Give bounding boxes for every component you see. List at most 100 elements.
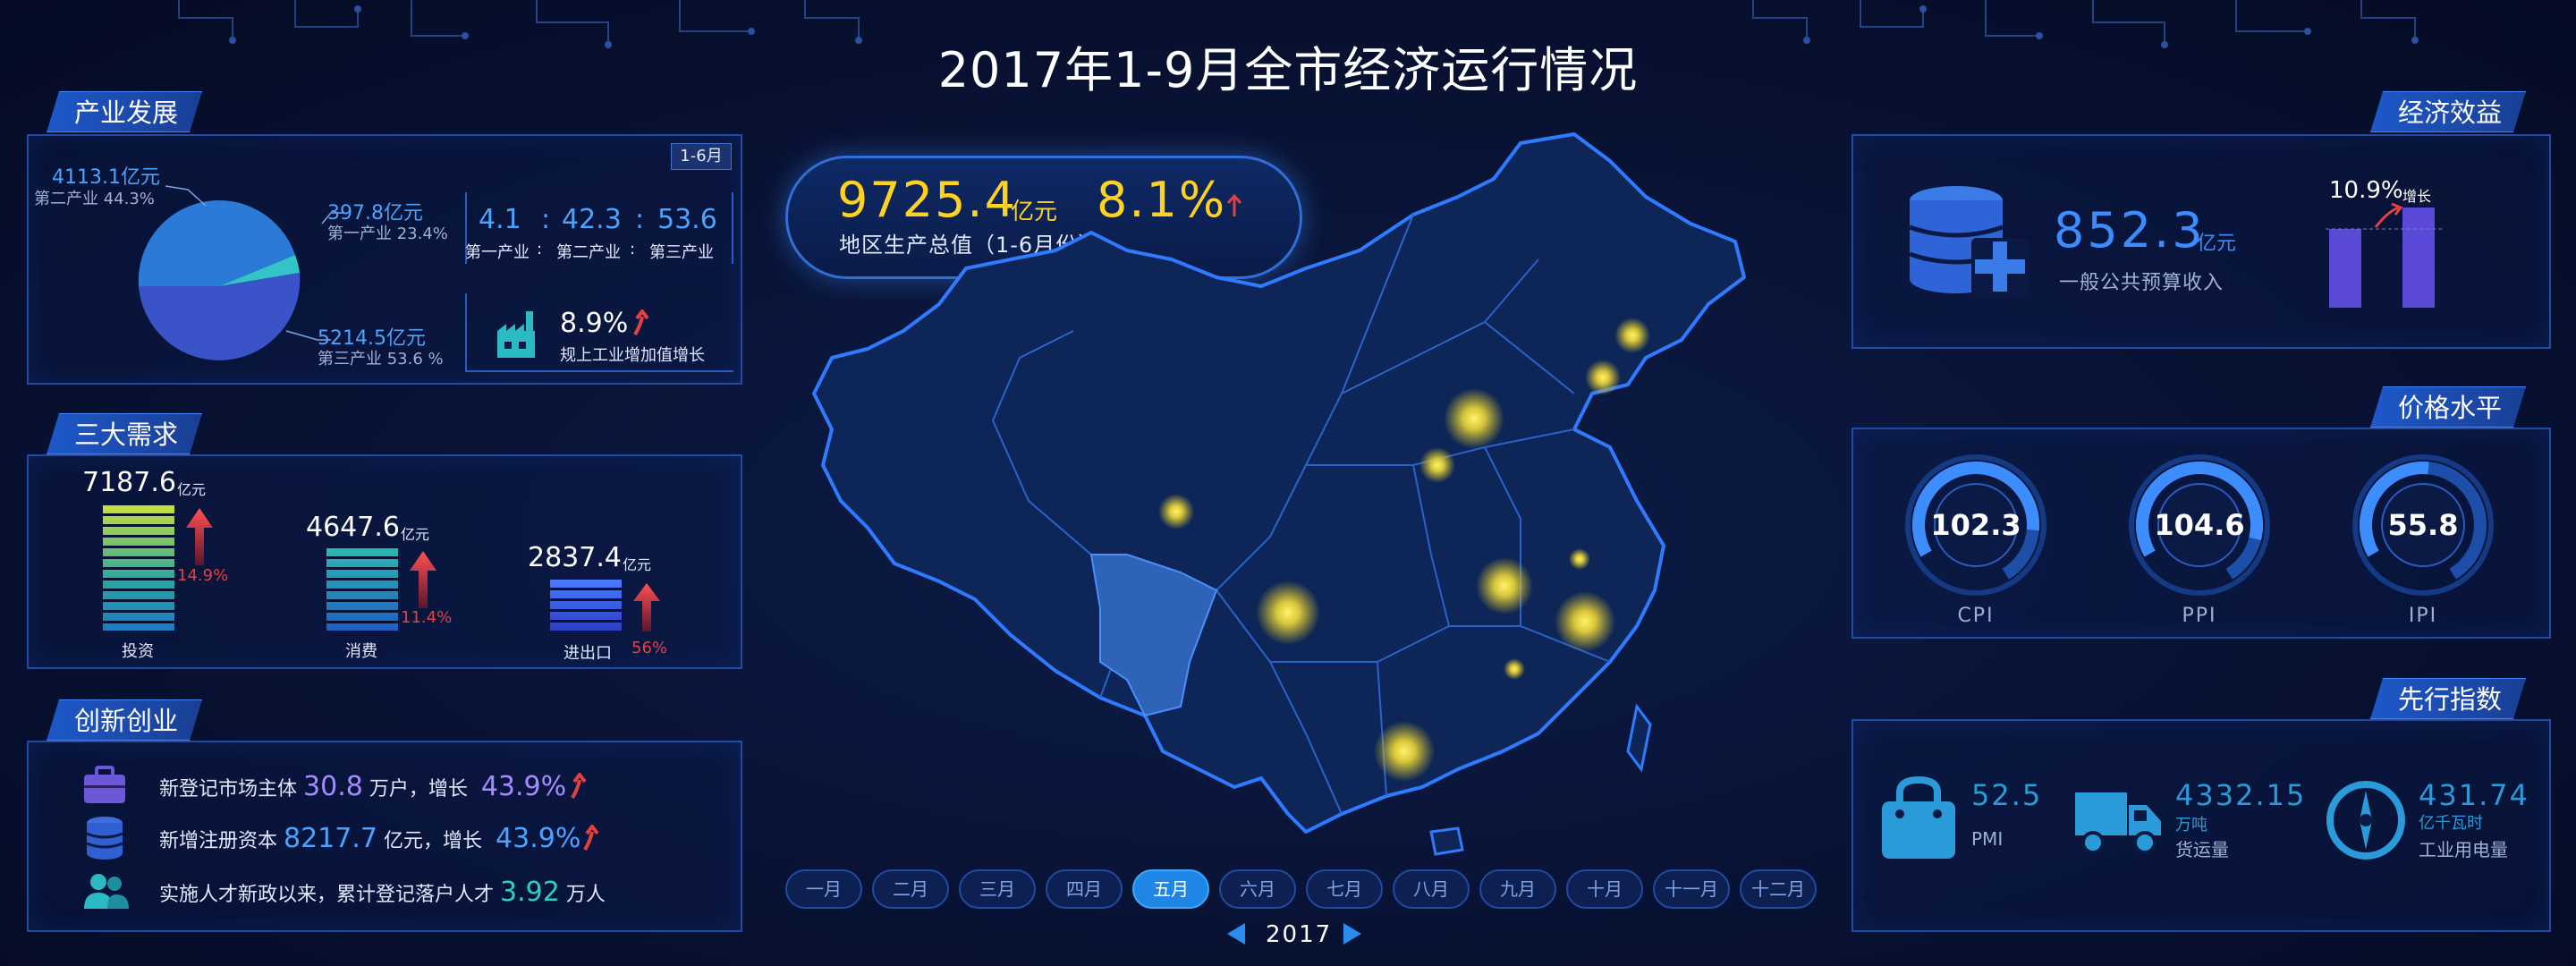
ratio-label-b: 第二产业 <box>556 243 621 262</box>
ratio-c: 53.6 <box>657 204 717 235</box>
price-heading: 价格水平 <box>2370 386 2526 428</box>
briefcase-icon <box>84 766 125 803</box>
trade-value: 2837.4 <box>528 542 622 573</box>
industrial-growth-value: 8.9% <box>560 308 629 339</box>
invest-label: 投资 <box>122 642 154 661</box>
row1-pct: 43.9% <box>480 771 567 802</box>
consume-up-arrow-icon <box>410 551 436 608</box>
innovation-heading: 创新创业 <box>47 699 202 741</box>
pmi-label: PMI <box>1971 828 2004 850</box>
row2-value: 8217.7 <box>284 823 377 854</box>
row1-prefix: 新登记市场主体 <box>159 778 298 801</box>
consume-value: 4647.6 <box>306 512 400 543</box>
month-button-9[interactable]: 九月 <box>1479 869 1556 909</box>
month-button-4[interactable]: 四月 <box>1046 869 1123 909</box>
row1-up-arrow-icon <box>571 773 587 800</box>
factory-icon <box>497 311 535 358</box>
invest-up-arrow-icon <box>186 508 213 565</box>
pmi-value: 52.5 <box>1971 778 2043 812</box>
month-button-11[interactable]: 十一月 <box>1653 869 1730 909</box>
row2-prefix: 新增注册资本 <box>159 830 278 852</box>
industrial-growth-label: 规上工业增加值增长 <box>560 346 705 365</box>
row3-unit: 万人 <box>565 884 606 906</box>
month-button-8[interactable]: 八月 <box>1393 869 1470 909</box>
next-year-arrow-icon[interactable] <box>1342 921 1363 946</box>
ratio-sep-label-2: : <box>630 240 636 258</box>
innovation-row-3: 实施人才新政以来，累计登记落户人才 3.92 万人 <box>159 877 606 908</box>
database-icon <box>86 817 123 860</box>
invest-pct: 14.9% <box>177 566 229 585</box>
ratio-sep-2: : <box>635 204 645 235</box>
month-button-12[interactable]: 十二月 <box>1740 869 1817 909</box>
ppi-label: PPI <box>2182 605 2217 627</box>
power-unit: 亿千瓦时 <box>2419 814 2483 833</box>
row3-value: 3.92 <box>500 877 560 908</box>
ratio-label-a: 第一产业 <box>465 243 530 262</box>
prev-year-arrow-icon[interactable] <box>1225 921 1247 946</box>
month-button-1[interactable]: 一月 <box>785 869 862 909</box>
ratio-sep-label-1: : <box>537 240 543 258</box>
innovation-row-2: 新增注册资本 8217.7 亿元，增长 43.9% <box>159 823 580 854</box>
row1-unit: 万户，增长 <box>369 778 468 801</box>
trade-pct: 56% <box>631 639 668 657</box>
row3-prefix: 实施人才新政以来，累计登记落户人才 <box>159 884 495 906</box>
china-map <box>812 132 1746 856</box>
tertiary-label: 第三产业 53.6 % <box>318 350 444 369</box>
consume-unit: 亿元 <box>401 526 430 543</box>
freight-value: 4332.15 <box>2175 778 2307 812</box>
ipi-value: 55.8 <box>2387 508 2459 542</box>
row2-pct: 43.9% <box>496 823 581 854</box>
freight-unit: 万吨 <box>2175 816 2207 835</box>
revenue-unit: 亿元 <box>2197 233 2237 255</box>
ratio-sep-1: : <box>541 204 551 235</box>
ppi-value: 104.6 <box>2154 508 2245 542</box>
month-button-7[interactable]: 七月 <box>1306 869 1383 909</box>
revenue-growth: 10.9% <box>2329 177 2403 204</box>
secondary-label: 第二产业 44.3% <box>34 190 155 208</box>
ratio-label-c: 第三产业 <box>649 243 714 262</box>
ipi-label: IPI <box>2408 605 2438 627</box>
hainan-island <box>1429 826 1464 856</box>
trade-up-arrow-icon <box>633 583 660 631</box>
invest-bars <box>103 505 174 631</box>
economy-heading: 经济效益 <box>2370 91 2526 132</box>
power-label: 工业用电量 <box>2419 839 2508 860</box>
period-badge[interactable]: 1-6月 <box>671 143 732 170</box>
trade-bars <box>550 580 622 631</box>
ratio-b: 42.3 <box>562 204 622 235</box>
month-button-5[interactable]: 五月 <box>1132 869 1209 909</box>
industry-heading: 产业发展 <box>47 91 202 132</box>
leading-heading: 先行指数 <box>2370 678 2526 719</box>
up-arrow-icon <box>633 309 649 336</box>
trade-label: 进出口 <box>564 644 612 663</box>
freight-label: 货运量 <box>2175 839 2229 860</box>
month-button-3[interactable]: 三月 <box>959 869 1036 909</box>
month-button-10[interactable]: 十月 <box>1566 869 1643 909</box>
consume-pct: 11.4% <box>401 608 453 627</box>
cpi-value: 102.3 <box>1930 508 2021 542</box>
people-icon <box>84 874 129 909</box>
revenue-value: 852.3 <box>2054 202 2206 258</box>
power-value: 431.74 <box>2419 778 2529 812</box>
consume-label: 消费 <box>345 642 377 661</box>
ratio-a: 4.1 <box>479 204 521 235</box>
row1-value: 30.8 <box>303 771 363 802</box>
year-label: 2017 <box>1266 921 1333 948</box>
database-plus-icon <box>1909 186 2029 295</box>
row2-up-arrow-icon <box>583 825 599 852</box>
demand-heading: 三大需求 <box>47 413 202 454</box>
month-button-2[interactable]: 二月 <box>872 869 949 909</box>
truck-icon <box>2075 792 2161 854</box>
month-button-6[interactable]: 六月 <box>1219 869 1296 909</box>
innovation-row-1: 新登记市场主体 30.8 万户，增长 43.9% <box>159 771 566 802</box>
cpi-label: CPI <box>1957 605 1995 627</box>
revenue-growth-chart <box>2326 202 2442 308</box>
page-title: 2017年1-9月全市经济运行情况 <box>937 42 1639 98</box>
primary-label: 第一产业 23.4% <box>327 225 448 243</box>
consume-bars <box>326 548 398 631</box>
shopping-bag-icon <box>1882 776 1955 859</box>
china-outline <box>812 132 1746 834</box>
invest-value: 7187.6 <box>82 467 176 498</box>
invest-unit: 亿元 <box>177 481 207 498</box>
trade-unit: 亿元 <box>623 556 652 573</box>
